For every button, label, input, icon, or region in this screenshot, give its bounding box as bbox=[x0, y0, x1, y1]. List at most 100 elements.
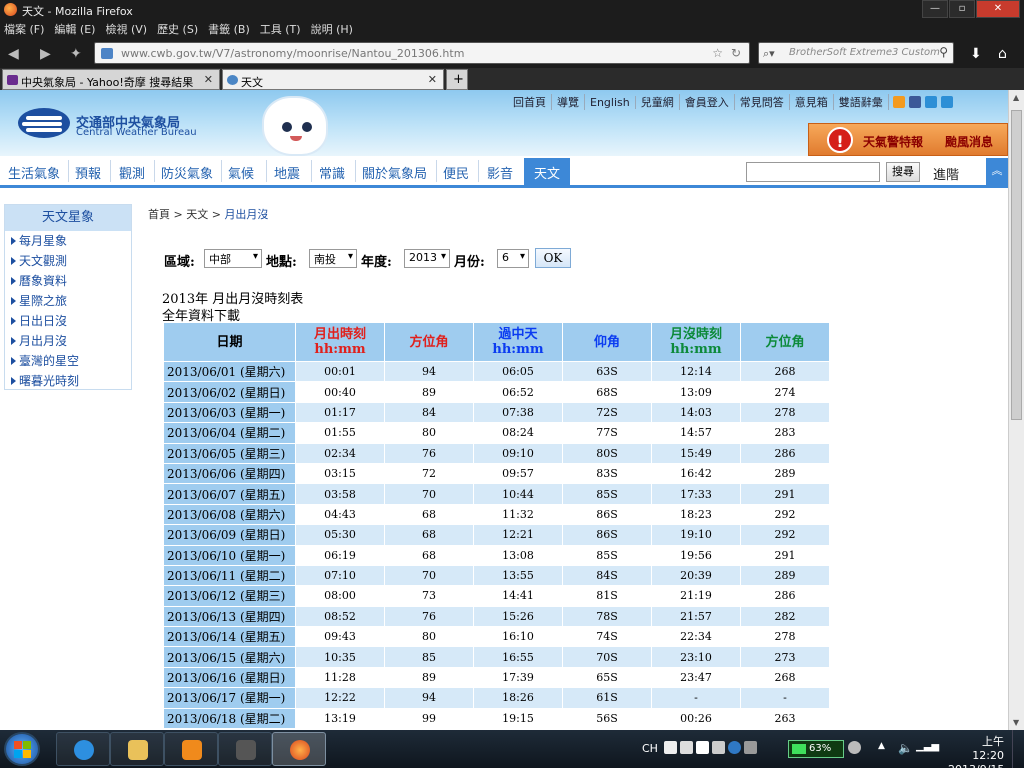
cwb-logo-icon[interactable] bbox=[18, 108, 70, 138]
site-search-button[interactable]: 搜尋 bbox=[886, 162, 920, 182]
tab-close-icon[interactable]: ✕ bbox=[428, 73, 437, 86]
breadcrumb-astronomy[interactable]: 天文 bbox=[186, 208, 208, 221]
input-mode-icon[interactable] bbox=[680, 741, 693, 754]
tablet-icon[interactable] bbox=[940, 96, 953, 108]
menu-edit[interactable]: 編輯 (E) bbox=[54, 21, 95, 37]
taskbar-explorer[interactable] bbox=[110, 732, 164, 766]
menu-file[interactable]: 檔案 (F) bbox=[4, 21, 44, 37]
sidebar-title[interactable]: 天文星象 bbox=[5, 205, 131, 231]
language-indicator[interactable]: CH bbox=[642, 742, 658, 755]
link-home[interactable]: 回首頁 bbox=[508, 94, 552, 110]
nav-about[interactable]: 關於氣象局 bbox=[362, 163, 427, 182]
ok-button[interactable]: OK bbox=[535, 248, 571, 268]
system-clock[interactable]: 上午 12:20 2013/9/15 bbox=[948, 735, 1004, 777]
typhoon-label[interactable]: 颱風消息 bbox=[945, 133, 993, 150]
reload-icon[interactable]: ↻ bbox=[731, 46, 741, 60]
start-button[interactable] bbox=[4, 732, 40, 766]
taskbar-media-player[interactable] bbox=[164, 732, 218, 766]
nav-forecast[interactable]: 預報 bbox=[75, 163, 101, 182]
header-rise-azimuth: 方位角 bbox=[385, 323, 473, 361]
link-guide[interactable]: 導覽 bbox=[552, 94, 585, 110]
sidebar-item-moonrise-moonset[interactable]: 月出月沒 bbox=[5, 331, 131, 351]
show-desktop-button[interactable] bbox=[1012, 730, 1024, 768]
menu-help[interactable]: 說明 (H) bbox=[311, 21, 353, 37]
tab-yahoo-search[interactable]: 中央氣象局 - Yahoo!奇摩 搜尋結果 ✕ bbox=[2, 69, 220, 90]
tab-close-icon[interactable]: ✕ bbox=[204, 73, 213, 86]
volume-icon[interactable]: 🔈 bbox=[898, 741, 913, 755]
mobile-icon[interactable] bbox=[924, 96, 937, 108]
help-icon[interactable] bbox=[728, 741, 741, 754]
new-tab-button[interactable]: + bbox=[446, 69, 468, 90]
puzzle-icon[interactable]: ✦ bbox=[70, 46, 82, 62]
warning-label[interactable]: 天氣警特報 bbox=[863, 133, 923, 150]
site-search-input[interactable] bbox=[746, 162, 880, 182]
sidebar-item-twilight[interactable]: 曙暮光時刻 bbox=[5, 371, 131, 391]
table-row: 2013/06/18 (星期二) 13:19 99 19:15 56S 00:26 263 bbox=[164, 708, 829, 729]
home-icon[interactable]: ⌂ bbox=[998, 46, 1007, 62]
site-name-en[interactable]: Central Weather Bureau bbox=[76, 127, 197, 138]
search-bar[interactable]: ⌕▾ BrotherSoft Extreme3 Custom ⚲ bbox=[758, 42, 954, 64]
menu-tools[interactable]: 工具 (T) bbox=[260, 21, 301, 37]
scroll-up-icon[interactable]: ▲ bbox=[1013, 93, 1019, 102]
sidebar-item-monthly-sky[interactable]: 每月星象 bbox=[5, 231, 131, 251]
breadcrumb-home[interactable]: 首頁 bbox=[148, 208, 170, 221]
url-bar[interactable]: www.cwb.gov.tw/V7/astronomy/moonrise/Nan… bbox=[94, 42, 750, 64]
link-english[interactable]: English bbox=[585, 95, 636, 109]
link-login[interactable]: 會員登入 bbox=[680, 94, 735, 110]
nav-earthquake[interactable]: 地震 bbox=[274, 163, 300, 182]
halfwidth-icon[interactable] bbox=[696, 741, 709, 754]
show-hidden-icons[interactable]: ▲ bbox=[878, 741, 891, 754]
nav-life-weather[interactable]: 生活氣象 bbox=[8, 163, 60, 182]
download-icon[interactable]: ⬇ bbox=[970, 46, 982, 62]
nav-astronomy[interactable]: 天文 bbox=[524, 158, 571, 188]
search-engine-icon[interactable]: ⌕▾ bbox=[763, 47, 775, 61]
keyboard-icon[interactable] bbox=[712, 741, 725, 754]
year-select[interactable]: 2013 bbox=[404, 249, 450, 268]
nav-climate[interactable]: 氣候 bbox=[228, 163, 254, 182]
rss-icon[interactable] bbox=[892, 96, 905, 108]
advanced-search-link[interactable]: 進階 bbox=[933, 164, 959, 183]
scroll-down-icon[interactable]: ▼ bbox=[1013, 718, 1019, 727]
region-select[interactable]: 中部 bbox=[204, 249, 262, 268]
nav-knowledge[interactable]: 常識 bbox=[319, 163, 345, 182]
sidebar-item-taiwan-sky[interactable]: 臺灣的星空 bbox=[5, 351, 131, 371]
place-select[interactable]: 南投 bbox=[309, 249, 357, 268]
menu-bookmarks[interactable]: 書籤 (B) bbox=[208, 21, 250, 37]
nav-media[interactable]: 影音 bbox=[487, 163, 513, 182]
battery-indicator[interactable]: 63% bbox=[788, 740, 844, 758]
month-select[interactable]: 6 bbox=[497, 249, 529, 268]
menu-view[interactable]: 檢視 (V) bbox=[105, 21, 147, 37]
nav-services[interactable]: 便民 bbox=[443, 163, 469, 182]
nav-observation[interactable]: 觀測 bbox=[119, 163, 145, 182]
facebook-icon[interactable] bbox=[908, 96, 921, 108]
sidebar-item-almanac[interactable]: 曆象資料 bbox=[5, 271, 131, 291]
taskbar-ie[interactable] bbox=[56, 732, 110, 766]
scrollbar-thumb[interactable] bbox=[1011, 110, 1022, 420]
maximize-button[interactable]: ▫ bbox=[949, 0, 975, 18]
minimize-button[interactable]: — bbox=[922, 0, 948, 18]
bookmark-star-icon[interactable]: ☆ bbox=[712, 46, 723, 60]
link-faq[interactable]: 常見問答 bbox=[735, 94, 790, 110]
collapse-up-icon[interactable]: ︽ bbox=[986, 158, 1008, 186]
link-kids[interactable]: 兒童網 bbox=[636, 94, 680, 110]
link-feedback[interactable]: 意見箱 bbox=[790, 94, 834, 110]
menu-history[interactable]: 歷史 (S) bbox=[157, 21, 198, 37]
search-icon[interactable]: ⚲ bbox=[939, 45, 948, 59]
refresh-icon[interactable] bbox=[848, 741, 861, 754]
network-signal-icon[interactable]: ▁▃▅ bbox=[916, 741, 939, 754]
taskbar-firefox[interactable] bbox=[272, 732, 326, 766]
forward-icon[interactable]: ▶ bbox=[40, 46, 51, 62]
close-button[interactable]: ✕ bbox=[976, 0, 1020, 18]
nav-disaster[interactable]: 防災氣象 bbox=[161, 163, 213, 182]
sidebar-item-observation[interactable]: 天文觀測 bbox=[5, 251, 131, 271]
sidebar-item-space-travel[interactable]: 星際之旅 bbox=[5, 291, 131, 311]
weather-warning-banner[interactable]: ! 天氣警特報 颱風消息 bbox=[808, 123, 1008, 156]
back-icon[interactable]: ◀ bbox=[8, 46, 19, 62]
page-scrollbar[interactable]: ▲ ▼ bbox=[1008, 90, 1024, 730]
settings-icon[interactable] bbox=[744, 741, 757, 754]
taskbar-app[interactable] bbox=[218, 732, 272, 766]
sidebar-item-sunrise-sunset[interactable]: 日出日沒 bbox=[5, 311, 131, 331]
ime-icon[interactable] bbox=[664, 741, 677, 754]
tab-astronomy[interactable]: 天文 ✕ bbox=[222, 69, 444, 90]
link-glossary[interactable]: 雙語辭彙 bbox=[834, 94, 889, 110]
